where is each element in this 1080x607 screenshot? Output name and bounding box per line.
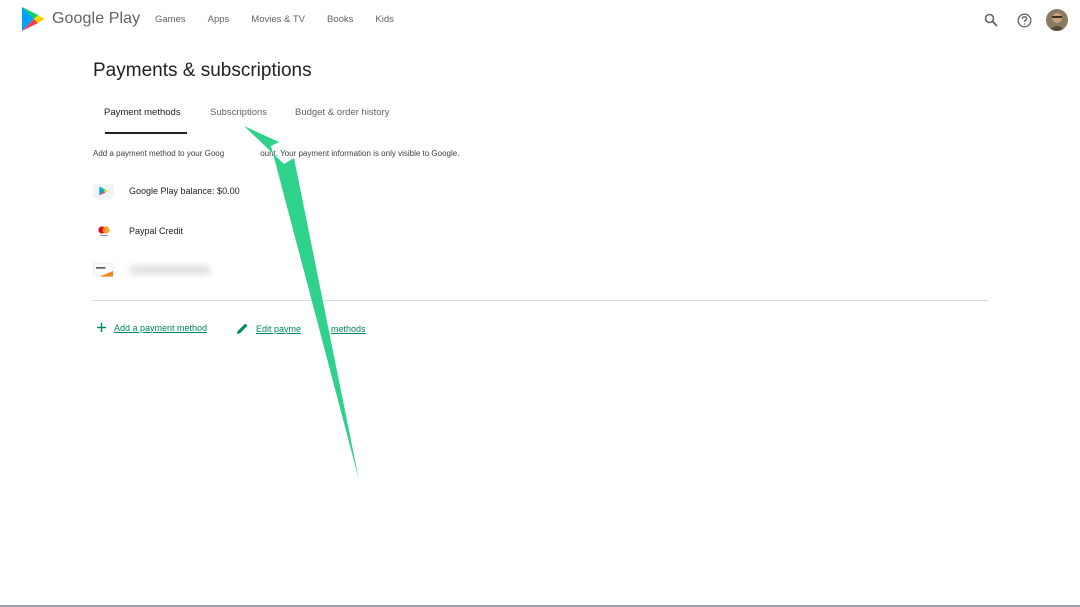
active-tab-indicator — [105, 132, 187, 134]
search-icon[interactable] — [981, 10, 1001, 30]
tab-budget-order-history[interactable]: Budget & order history — [295, 107, 390, 118]
edit-payment-methods-label: Edit payme methods — [256, 323, 366, 334]
top-nav: Games Apps Movies & TV Books Kids — [155, 14, 416, 25]
brand-name[interactable]: Google Play — [52, 10, 140, 28]
nav-apps[interactable]: Apps — [208, 14, 230, 25]
plus-icon — [97, 323, 106, 332]
annotation-arrow — [244, 126, 359, 480]
nav-games[interactable]: Games — [155, 14, 186, 25]
nav-kids[interactable]: Kids — [375, 14, 393, 25]
nav-movies-tv[interactable]: Movies & TV — [251, 14, 305, 25]
mastercard-icon — [93, 224, 114, 238]
top-bar: Google Play Games Apps Movies & TV Books… — [0, 0, 1080, 40]
redacted-card-details — [129, 265, 211, 275]
divider — [93, 300, 989, 301]
add-payment-method-label: Add a payment method — [114, 322, 208, 333]
payment-method-paypal-credit[interactable]: Paypal Credit — [93, 220, 183, 242]
pencil-icon — [237, 323, 248, 334]
info-text-right: ount. Your payment information is only v… — [260, 149, 460, 158]
info-text-left: Add a payment method to your Goog — [93, 149, 225, 158]
help-icon[interactable] — [1014, 10, 1034, 30]
tab-payment-methods[interactable]: Payment methods — [104, 107, 181, 118]
payment-method-google-play-balance[interactable]: Google Play balance: $0.00 — [93, 180, 240, 202]
google-play-logo-icon[interactable] — [21, 6, 45, 32]
payment-method-label: Google Play balance: $0.00 — [129, 186, 240, 196]
info-text: Add a payment method to your Goog ount. Y… — [93, 149, 459, 158]
tab-subscriptions[interactable]: Subscriptions — [210, 107, 267, 118]
page-title: Payments & subscriptions — [93, 60, 312, 81]
edit-payment-methods-button[interactable]: Edit payme methods — [236, 322, 366, 335]
card-icon — [93, 263, 114, 277]
avatar[interactable] — [1046, 9, 1068, 31]
payment-method-label: Paypal Credit — [129, 226, 184, 236]
tab-bar: Payment methods Subscriptions Budget & o… — [93, 100, 423, 136]
payment-method-card[interactable] — [93, 259, 211, 281]
google-play-icon — [93, 184, 114, 198]
nav-books[interactable]: Books — [327, 14, 353, 25]
add-payment-method-button[interactable]: Add a payment method — [96, 322, 207, 333]
